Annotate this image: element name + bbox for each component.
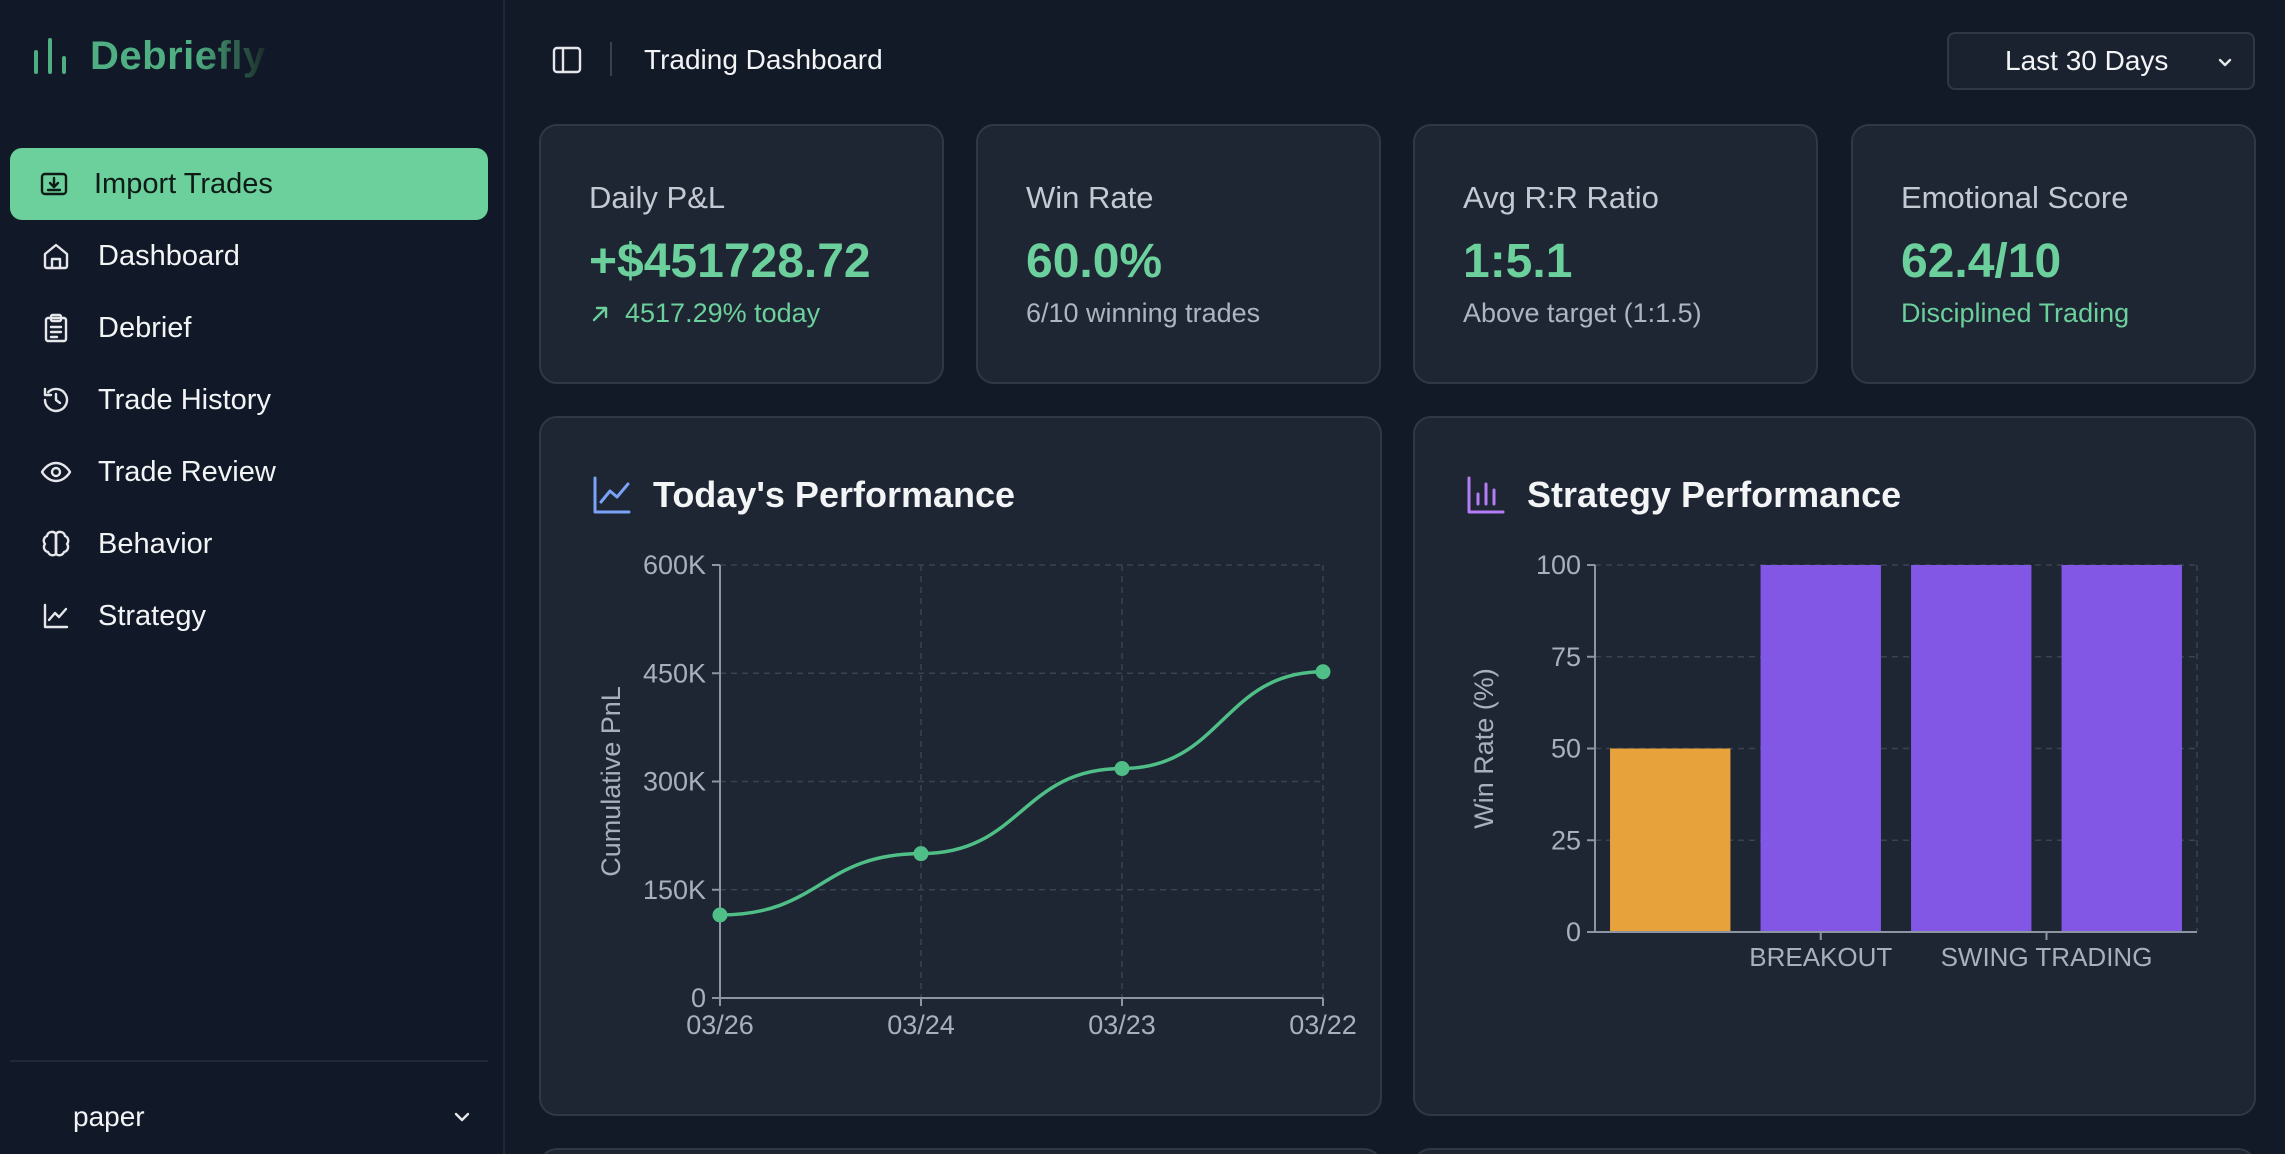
stat-value: 60.0% (1026, 235, 1163, 288)
app: Debriefly Import Trades Dashboard Debrie… (0, 0, 2285, 1154)
sidebar-item-dashboard[interactable]: Dashboard (10, 220, 488, 292)
y-tick-label: 450K (643, 658, 706, 688)
y-axis-label: Cumulative PnL (596, 686, 626, 877)
y-tick-label: 0 (1566, 917, 1581, 947)
bottom-card-left (539, 1148, 1382, 1154)
sidebar-item-behavior[interactable]: Behavior (10, 508, 488, 580)
performance-chart-card: Today's Performance 0 150K 300K 450K 600K 03/… (539, 416, 1382, 1116)
date-range-value: Last 30 Days (2005, 45, 2169, 76)
y-tick-label: 25 (1551, 825, 1581, 855)
sidebar-item-debrief[interactable]: Debrief (10, 292, 488, 364)
bar-chart-icon (34, 38, 66, 74)
sidebar-item-label: Trade History (98, 383, 271, 416)
x-tick-label: BREAKOUT (1749, 942, 1892, 972)
brain-icon (42, 530, 70, 557)
sidebar-item-import-trades[interactable]: Import Trades (10, 148, 488, 220)
sidebar-item-label: Debrief (98, 311, 192, 344)
y-tick-label: 300K (643, 767, 706, 797)
y-tick-label: 0 (691, 983, 706, 1013)
header-divider (610, 42, 612, 76)
clipboard-icon (44, 313, 68, 343)
sidebar-item-trade-history[interactable]: Trade History (10, 364, 488, 436)
sidebar-item-label: Strategy (98, 599, 206, 632)
stat-sub: Above target (1:1.5) (1463, 298, 1702, 328)
brand[interactable]: Debriefly (32, 30, 266, 82)
stat-label: Win Rate (1026, 180, 1154, 215)
sidebar-item-label: Trade Review (98, 455, 276, 488)
sidebar-item-label: Dashboard (98, 239, 240, 272)
account-select[interactable]: paper (73, 1092, 473, 1142)
stat-card-win-rate: Win Rate 60.0% 6/10 winning trades (976, 124, 1381, 384)
stat-label: Daily P&L (589, 180, 726, 215)
stat-label: Emotional Score (1901, 180, 2129, 215)
line-chart-icon (43, 603, 69, 629)
sidebar-item-label: Behavior (98, 527, 213, 560)
chevron-down-icon (2218, 58, 2232, 67)
y-tick-label: 150K (643, 875, 706, 905)
strategy-chart-card: Strategy Performance 0 25 50 75 100 BREAKOUT S… (1413, 416, 2256, 1116)
sidebar-item-strategy[interactable]: Strategy (10, 580, 488, 652)
eye-icon (40, 461, 72, 483)
y-tick-label: 100 (1536, 550, 1581, 580)
x-tick-label: 03/22 (1289, 1010, 1357, 1040)
stat-value: +$451728.72 (589, 235, 871, 288)
bar (1911, 565, 2032, 932)
bottom-card-right (1413, 1148, 2256, 1154)
y-axis-label: Win Rate (%) (1469, 668, 1499, 829)
data-point (1315, 664, 1331, 680)
history-icon (43, 387, 69, 413)
y-tick-label: 75 (1551, 642, 1581, 672)
header: Trading Dashboard Last 30 Days (507, 0, 2285, 120)
data-point (1114, 761, 1130, 777)
x-tick-label: SWING TRADING (1941, 942, 2153, 972)
date-range-select[interactable]: Last 30 Days (1947, 32, 2255, 90)
stat-sub-text: 4517.29% today (625, 298, 821, 328)
stat-card-daily-pnl: Daily P&L +$451728.72 4517.29% today (539, 124, 944, 384)
bar (1610, 748, 1731, 932)
bar-chart: 0 25 50 75 100 BREAKOUT SWING TRADING Win Rate … (1469, 550, 2198, 972)
sidebar-footer: paper (10, 1060, 488, 1154)
y-tick-label: 50 (1551, 734, 1581, 764)
sidebar-toggle-icon[interactable] (549, 42, 585, 78)
sidebar: Debriefly Import Trades Dashboard Debrie… (0, 0, 505, 1154)
stat-sub: 6/10 winning trades (1026, 298, 1261, 328)
x-tick-label: 03/24 (887, 1010, 955, 1040)
series-line (719, 670, 1324, 917)
stat-sub: Disciplined Trading (1901, 298, 2130, 328)
account-select-value: paper (73, 1101, 145, 1132)
x-tick-label: 03/26 (686, 1010, 754, 1040)
sidebar-nav: Import Trades Dashboard Debrief Trade Hi… (10, 148, 488, 652)
stat-card-avg-rr: Avg R:R Ratio 1:5.1 Above target (1:1.5) (1413, 124, 1818, 384)
import-icon (40, 172, 68, 196)
sidebar-item-trade-review[interactable]: Trade Review (10, 436, 488, 508)
data-point (712, 907, 728, 923)
sidebar-item-label: Import Trades (94, 167, 273, 200)
arrow-up-right-icon (592, 306, 608, 321)
brand-name: Debriefly (90, 33, 266, 78)
page-title: Trading Dashboard (644, 44, 883, 75)
home-icon (43, 243, 69, 270)
line-chart: 0 150K 300K 450K 600K 03/26 03/24 03/23 03/22 Cum… (596, 550, 1357, 1040)
stat-value: 1:5.1 (1463, 235, 1573, 288)
stat-label: Avg R:R Ratio (1463, 180, 1659, 215)
bar (1760, 565, 1881, 932)
x-tick-label: 03/23 (1088, 1010, 1156, 1040)
chevron-down-icon (454, 1112, 470, 1122)
bar (2061, 565, 2182, 932)
stat-value: 62.4/10 (1901, 235, 2062, 288)
data-point (913, 846, 929, 862)
stat-sub: 4517.29% today (589, 298, 820, 329)
y-tick-label: 600K (643, 550, 706, 580)
stat-card-emotional-score: Emotional Score 62.4/10 Disciplined Trad… (1851, 124, 2256, 384)
